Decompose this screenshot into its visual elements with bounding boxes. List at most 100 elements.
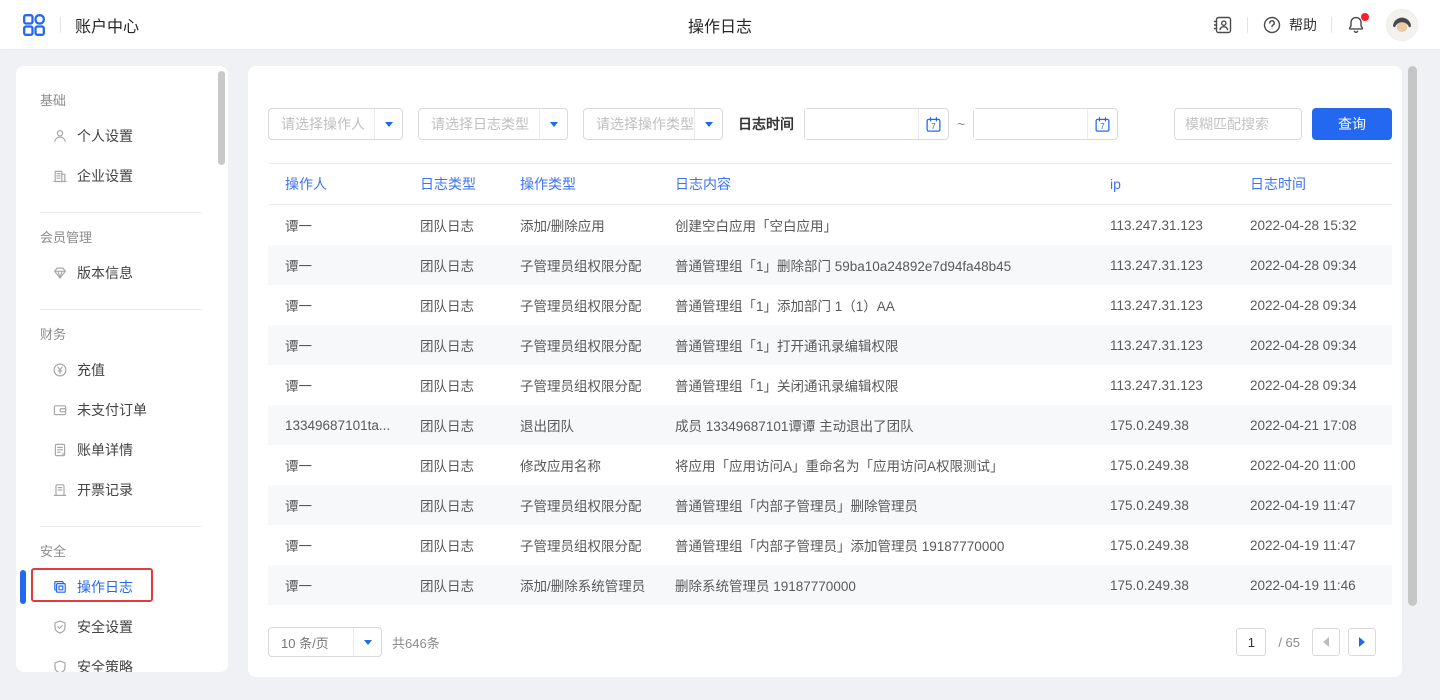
sidebar-section: 安全 操作日志 安全设置 安全策略 [40, 526, 202, 672]
sidebar-item-log[interactable]: 操作日志 [40, 567, 202, 607]
user-icon [52, 128, 68, 144]
page-number-input[interactable] [1236, 628, 1266, 656]
policy-icon [52, 659, 68, 672]
main-panel: 请选择操作人 请选择日志类型 请选择操作类型 日志时间 7 ~ 7 查询 操作人… [248, 66, 1402, 677]
help-button[interactable]: 帮助 [1262, 15, 1317, 35]
table-row: 谭一团队日志添加/删除系统管理员删除系统管理员 19187770000175.0… [268, 565, 1392, 605]
sidebar-item-shield[interactable]: 安全设置 [40, 607, 202, 647]
sidebar-item-wallet[interactable]: 未支付订单 [40, 390, 202, 430]
table-cell: 2022-04-28 09:34 [1250, 338, 1392, 353]
sidebar-scrollbar-thumb[interactable] [218, 71, 225, 165]
calendar-icon[interactable]: 7 [918, 109, 948, 139]
search-input[interactable] [1174, 108, 1302, 140]
table-cell: 添加/删除系统管理员 [520, 575, 675, 595]
page-title: 操作日志 [688, 13, 752, 37]
table-row: 谭一团队日志子管理员组权限分配普通管理组「1」删除部门 59ba10a24892… [268, 245, 1392, 285]
table-cell: 团队日志 [420, 455, 520, 475]
table-cell: 2022-04-28 15:32 [1250, 218, 1392, 233]
log-type-select[interactable]: 请选择日志类型 [418, 108, 568, 140]
invoice-icon [52, 482, 68, 498]
sidebar-item-bill[interactable]: 账单详情 [40, 430, 202, 470]
notifications-button[interactable] [1346, 15, 1366, 35]
table-cell: 团队日志 [420, 335, 520, 355]
table-cell: 删除系统管理员 19187770000 [675, 575, 1110, 595]
table-cell: 113.247.31.123 [1110, 218, 1250, 233]
gem-icon [52, 265, 68, 281]
table-cell: 113.247.31.123 [1110, 378, 1250, 393]
total-count: 共646条 [392, 633, 440, 652]
table-cell: 普通管理组「内部子管理员」添加管理员 19187770000 [675, 535, 1110, 555]
sidebar-section-label: 安全 [40, 543, 202, 561]
operation-type-select-placeholder: 请选择操作类型 [584, 109, 694, 139]
prev-page-button[interactable] [1312, 628, 1340, 656]
table-body: 谭一团队日志添加/删除应用创建空白应用「空白应用」113.247.31.1232… [268, 205, 1392, 605]
date-start-input[interactable] [805, 109, 918, 139]
table-cell: 谭一 [285, 455, 420, 475]
sidebar-section-items: 操作日志 安全设置 安全策略 [40, 567, 202, 672]
table-cell: 谭一 [285, 215, 420, 235]
bill-icon [52, 442, 68, 458]
avatar[interactable] [1386, 9, 1418, 41]
table-row: 谭一团队日志修改应用名称将应用「应用访问A」重命名为「应用访问A权限测试」175… [268, 445, 1392, 485]
table-cell: 2022-04-19 11:47 [1250, 538, 1392, 553]
svg-text:7: 7 [931, 121, 936, 130]
apps-grid-icon[interactable] [22, 13, 46, 37]
table-cell: 175.0.249.38 [1110, 418, 1250, 433]
table-cell: 2022-04-28 09:34 [1250, 258, 1392, 273]
column-header: 日志内容 [675, 174, 1110, 194]
sidebar-item-gem[interactable]: 版本信息 [40, 253, 202, 293]
sidebar-item-coin[interactable]: 充值 [40, 350, 202, 390]
operator-select[interactable]: 请选择操作人 [268, 108, 403, 140]
sidebar-section-label: 财务 [40, 326, 202, 344]
table-cell: 退出团队 [520, 415, 675, 435]
operation-type-select[interactable]: 请选择操作类型 [583, 108, 723, 140]
date-end-input[interactable] [974, 109, 1087, 139]
sidebar-item-policy[interactable]: 安全策略 [40, 647, 202, 672]
table-row: 谭一团队日志子管理员组权限分配普通管理组「1」打开通讯录编辑权限113.247.… [268, 325, 1392, 365]
help-label: 帮助 [1289, 15, 1317, 35]
sidebar-item-user[interactable]: 个人设置 [40, 116, 202, 156]
coin-icon [52, 362, 68, 378]
chevron-down-icon [539, 109, 567, 139]
date-start-field: 7 [804, 108, 949, 140]
shield-icon [52, 619, 68, 635]
table-header-row: 操作人日志类型操作类型日志内容ip日志时间 [268, 163, 1392, 205]
table-cell: 普通管理组「1」删除部门 59ba10a24892e7d94fa48b45 [675, 255, 1110, 275]
table-cell: 子管理员组权限分配 [520, 535, 675, 555]
table-cell: 113.247.31.123 [1110, 258, 1250, 273]
table-cell: 子管理员组权限分配 [520, 255, 675, 275]
table-cell: 团队日志 [420, 495, 520, 515]
chevron-down-icon [374, 109, 402, 139]
page-scrollbar-thumb[interactable] [1408, 66, 1417, 606]
filter-bar: 请选择操作人 请选择日志类型 请选择操作类型 日志时间 7 ~ 7 查询 [268, 108, 1392, 140]
range-separator: ~ [957, 116, 965, 132]
next-page-button[interactable] [1348, 628, 1376, 656]
table-cell: 普通管理组「1」打开通讯录编辑权限 [675, 335, 1110, 355]
table-cell: 将应用「应用访问A」重命名为「应用访问A权限测试」 [675, 455, 1110, 475]
table-cell: 175.0.249.38 [1110, 538, 1250, 553]
calendar-icon[interactable]: 7 [1087, 109, 1117, 139]
contacts-icon[interactable] [1213, 15, 1233, 35]
table-cell: 113.247.31.123 [1110, 338, 1250, 353]
column-header: 操作类型 [520, 174, 675, 194]
sidebar-item-building[interactable]: 企业设置 [40, 156, 202, 196]
table-row: 谭一团队日志子管理员组权限分配普通管理组「内部子管理员」添加管理员 191877… [268, 525, 1392, 565]
query-button[interactable]: 查询 [1312, 108, 1392, 140]
table-cell: 修改应用名称 [520, 455, 675, 475]
table-cell: 团队日志 [420, 215, 520, 235]
table-cell: 添加/删除应用 [520, 215, 675, 235]
table-cell: 2022-04-20 11:00 [1250, 458, 1392, 473]
sidebar-item-invoice[interactable]: 开票记录 [40, 470, 202, 510]
page-size-select[interactable]: 10 条/页 [268, 627, 382, 657]
table-row: 谭一团队日志子管理员组权限分配普通管理组「1」关闭通讯录编辑权限113.247.… [268, 365, 1392, 405]
table-cell: 谭一 [285, 575, 420, 595]
pagination-bar: 10 条/页 共646条 / 65 [268, 627, 1392, 657]
column-header: 日志时间 [1250, 174, 1392, 194]
table-cell: 175.0.249.38 [1110, 458, 1250, 473]
building-icon [52, 168, 68, 184]
help-icon [1262, 15, 1282, 35]
sidebar-section: 财务 充值 未支付订单 账单详情 开票记录 [40, 309, 202, 526]
page-controls: / 65 [1236, 628, 1376, 656]
table-cell: 团队日志 [420, 535, 520, 555]
log-type-select-placeholder: 请选择日志类型 [419, 109, 539, 139]
